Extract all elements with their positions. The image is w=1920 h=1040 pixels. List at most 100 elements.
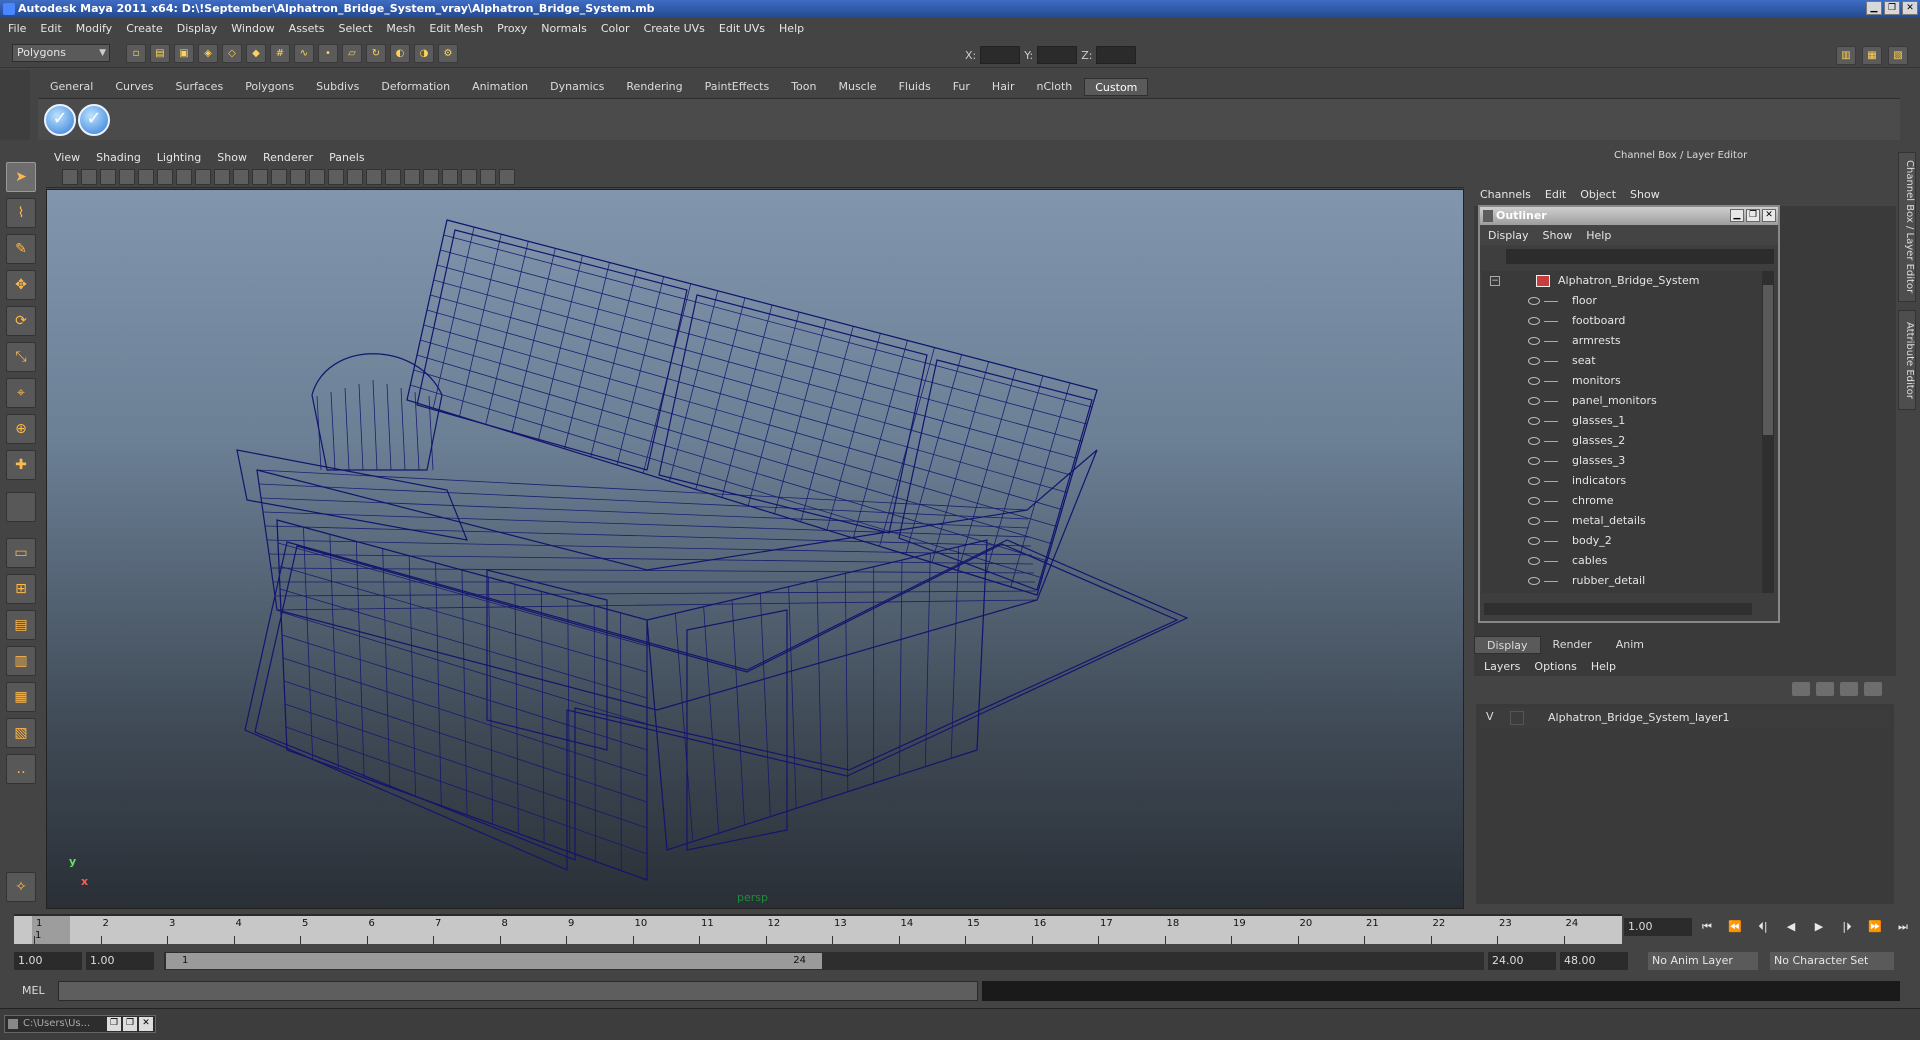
resolution-gate-icon[interactable] [214, 168, 230, 185]
step-back-frame-icon[interactable]: ⏪ [1726, 918, 1744, 936]
go-to-end-icon[interactable]: ⏭ [1894, 918, 1912, 936]
new-layer-from-selected-icon[interactable] [1864, 682, 1882, 696]
graph-persp-layout-icon[interactable]: ▥ [6, 646, 36, 676]
viewport-menu-view[interactable]: View [54, 151, 80, 164]
camera-select-icon[interactable] [62, 168, 78, 185]
cb-menu-edit[interactable]: Edit [1545, 188, 1566, 201]
field-chart-icon[interactable] [252, 168, 268, 185]
four-pane-layout-icon[interactable]: ⊞ [6, 574, 36, 604]
shelf-tab-animation[interactable]: Animation [462, 78, 538, 96]
menu-create[interactable]: Create [126, 22, 163, 35]
all-lights-icon[interactable] [404, 168, 420, 185]
move-layer-up-icon[interactable] [1792, 682, 1810, 696]
close-button[interactable]: ✕ [139, 1017, 153, 1031]
viewport-menu-renderer[interactable]: Renderer [263, 151, 313, 164]
outliner-item[interactable]: metal_details [1482, 511, 1764, 531]
shelf-tab-muscle[interactable]: Muscle [828, 78, 886, 96]
collapse-icon[interactable]: − [1490, 276, 1500, 286]
outliner-menu-help[interactable]: Help [1586, 229, 1611, 242]
playback-end-field[interactable]: 24.00 [1488, 952, 1556, 970]
x-field[interactable] [980, 46, 1021, 64]
viewport-menu-shading[interactable]: Shading [96, 151, 141, 164]
wireframe-on-shaded-icon[interactable] [347, 168, 363, 185]
snap-grid-icon[interactable]: # [270, 44, 290, 63]
default-lighting-icon[interactable] [385, 168, 401, 185]
script-editor-icon[interactable]: ✧ [6, 872, 36, 902]
viewport-menu-lighting[interactable]: Lighting [157, 151, 201, 164]
menu-modify[interactable]: Modify [76, 22, 112, 35]
step-forward-key-icon[interactable]: |⏵ [1838, 918, 1856, 936]
menu-help[interactable]: Help [779, 22, 804, 35]
outliner-title-bar[interactable]: Outliner ▁ ❐ ✕ [1480, 207, 1778, 225]
animation-start-field[interactable]: 1.00 [14, 952, 82, 970]
outliner-item[interactable]: rubber_detail [1482, 571, 1764, 591]
select-tool-icon[interactable]: ➤ [6, 162, 36, 192]
tab-display-layers[interactable]: Display [1474, 636, 1541, 654]
shelf-tab-rendering[interactable]: Rendering [616, 78, 692, 96]
anim-layer-dropdown[interactable]: No Anim Layer [1648, 952, 1758, 970]
outliner-vertical-scrollbar[interactable] [1762, 271, 1774, 593]
safe-title-icon[interactable] [290, 168, 306, 185]
save-scene-icon[interactable]: ▣ [174, 44, 194, 63]
layer-menu-help[interactable]: Help [1591, 660, 1616, 673]
range-slider[interactable]: 1 24 [164, 952, 1484, 970]
shelf-tab-toon[interactable]: Toon [781, 78, 826, 96]
range-slider-thumb[interactable]: 1 24 [166, 953, 822, 969]
safe-action-icon[interactable] [271, 168, 287, 185]
smooth-shade-icon[interactable] [328, 168, 344, 185]
command-language-label[interactable]: MEL [22, 984, 45, 997]
grease-pencil-icon[interactable] [157, 168, 173, 185]
manipulator-tool-icon[interactable]: ⌖ [6, 378, 36, 408]
new-scene-icon[interactable]: ▫ [126, 44, 146, 63]
outliner-item[interactable]: glasses_1 [1482, 411, 1764, 431]
dope-sheet-layout-icon[interactable]: ▧ [6, 718, 36, 748]
outliner-maximize-button[interactable]: ❐ [1746, 209, 1760, 222]
textured-icon[interactable] [366, 168, 382, 185]
outliner-persp-layout-icon[interactable]: ▤ [6, 610, 36, 640]
rotate-tool-icon[interactable]: ⟳ [6, 306, 36, 336]
show-manipulator-icon[interactable]: ✚ [6, 450, 36, 480]
shelf-tab-subdivs[interactable]: Subdivs [306, 78, 369, 96]
step-forward-frame-icon[interactable]: ⏩ [1866, 918, 1884, 936]
hypershade-layout-icon[interactable]: ▦ [6, 682, 36, 712]
layer-menu-layers[interactable]: Layers [1484, 660, 1520, 673]
soft-mod-tool-icon[interactable]: ⊕ [6, 414, 36, 444]
tab-anim-layers[interactable]: Anim [1604, 636, 1656, 654]
custom-shelf-button-1[interactable]: ✓ [44, 104, 76, 136]
menu-mesh[interactable]: Mesh [386, 22, 415, 35]
open-scene-icon[interactable]: ▤ [150, 44, 170, 63]
scrollbar-thumb[interactable] [1763, 285, 1773, 435]
film-gate-icon[interactable] [195, 168, 211, 185]
viewport-menu-show[interactable]: Show [217, 151, 247, 164]
side-tab-channel-box[interactable]: Channel Box / Layer Editor [1898, 152, 1916, 302]
menu-edit-mesh[interactable]: Edit Mesh [429, 22, 483, 35]
y-field[interactable] [1037, 46, 1078, 64]
outliner-close-button[interactable]: ✕ [1762, 209, 1776, 222]
menu-normals[interactable]: Normals [541, 22, 587, 35]
menu-assets[interactable]: Assets [289, 22, 325, 35]
outliner-minimize-button[interactable]: ▁ [1730, 209, 1744, 222]
play-forwards-icon[interactable]: ▶ [1810, 918, 1828, 936]
image-plane-icon[interactable] [119, 168, 135, 185]
wireframe-icon[interactable] [309, 168, 325, 185]
render-settings-icon[interactable]: ⚙ [438, 44, 458, 63]
menu-edit-uvs[interactable]: Edit UVs [719, 22, 765, 35]
outliner-item[interactable]: body_2 [1482, 531, 1764, 551]
menu-color[interactable]: Color [601, 22, 630, 35]
current-time-field[interactable]: 1.00 [1624, 918, 1692, 936]
outliner-filter-input[interactable] [1506, 249, 1774, 264]
perspective-viewport[interactable]: y x persp [46, 189, 1464, 909]
select-hierarchy-icon[interactable]: ◈ [198, 44, 218, 63]
play-backwards-icon[interactable]: ◀ [1782, 918, 1800, 936]
scale-tool-icon[interactable]: ⤡ [6, 342, 36, 372]
snap-point-icon[interactable]: • [318, 44, 338, 63]
layer-row[interactable]: V Alphatron_Bridge_System_layer1 [1480, 708, 1890, 728]
outliner-item[interactable]: footboard [1482, 311, 1764, 331]
shelf-tab-surfaces[interactable]: Surfaces [166, 78, 234, 96]
render-icon[interactable]: ◐ [390, 44, 410, 63]
gate-mask-icon[interactable] [233, 168, 249, 185]
command-input[interactable] [58, 981, 978, 1001]
layer-type-toggle[interactable] [1510, 711, 1524, 725]
maximize-button[interactable]: ❐ [123, 1017, 137, 1031]
two-d-pan-icon[interactable] [138, 168, 154, 185]
